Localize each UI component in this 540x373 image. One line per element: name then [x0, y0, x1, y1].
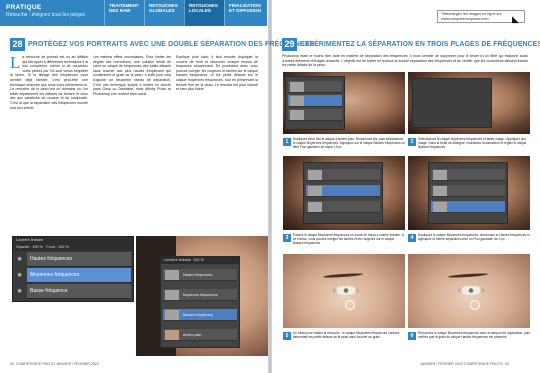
step-number-29: 29 [282, 38, 297, 51]
opacity-value[interactable]: Opacité : 100 % [16, 245, 43, 249]
left-footer: 92 COMPÉTENCE PHOTO JANVIER / FÉVRIER 20… [10, 362, 99, 366]
left-page-number: 92 [10, 362, 14, 366]
step-5-badge: 5 [283, 332, 291, 340]
left-column-3: Expliqué plus haut, il faut ensuite dupl… [176, 55, 258, 92]
eye-icon[interactable]: ◉ [15, 284, 24, 299]
nav-tab-raw[interactable]: TRAITEMENT DES RAW [104, 0, 144, 26]
blend-mode[interactable]: Lumière linéaire [16, 238, 43, 242]
step-3-caption: Passez le calque Moyennes fréquences en … [293, 233, 404, 246]
layer-moyennes[interactable]: Moyennes fréquences [27, 268, 131, 283]
left-column-1: La retouche de portrait est un art diffi… [10, 55, 88, 235]
step-2-caption: Sélectionnez le calque Moyennes fréquenc… [418, 137, 527, 150]
eye-icon[interactable]: ◉ [15, 252, 24, 267]
right-page-number: 93 [504, 362, 509, 366]
layers-panel: Lumière linéaire Opacité : 100 % Fond : … [12, 236, 134, 302]
mini-layer[interactable]: Hautes fréquences [163, 269, 237, 281]
panel-toolbar: Lumière linéaire [13, 237, 133, 244]
photoshop-layers-mini: Lumière linéaire 100 % Hautes fréquences… [160, 256, 240, 348]
left-footer-text: COMPÉTENCE PHOTO JANVIER / FÉVRIER 2023 [16, 362, 99, 366]
cursor-icon: ◣ [512, 14, 519, 24]
step5-closeup [283, 254, 405, 328]
right-footer-text: JANVIER / FÉVRIER 2023 COMPÉTENCE PHOTO [420, 362, 503, 366]
section-label: PRATIQUE [6, 4, 42, 11]
step-1-caption: Dupliquez deux fois le calque d'arrière-… [293, 137, 405, 150]
mini-opacity[interactable]: 100 % [193, 258, 204, 262]
step6-closeup [408, 254, 530, 328]
nav-tab-local[interactable]: RETOUCHES LOCALES [184, 0, 224, 26]
left-title: PROTÉGEZ VOS PORTRAITS AVEC UNE DOUBLE S… [28, 41, 315, 48]
step2-screenshot [408, 72, 530, 134]
mini-layer[interactable]: Moyennes fréquences [163, 289, 237, 301]
eye-icon[interactable]: ◉ [15, 268, 24, 283]
step3-screenshot [283, 156, 405, 230]
fill-value[interactable]: Fond : 100 % [46, 245, 69, 249]
step-3-badge: 3 [283, 234, 291, 242]
left-col1-text: a retouche de portrait est un art diffic… [10, 55, 88, 110]
right-intro: Photoshop étant le moins bien doté en ma… [282, 54, 528, 68]
mini-blend[interactable]: Lumière linéaire [164, 258, 191, 262]
step-2-badge: 2 [408, 138, 416, 146]
step-5-caption: Un essai pour valider la retouche : le c… [293, 331, 400, 340]
mini-layer[interactable]: Basses fréquences [163, 309, 237, 321]
step1-screenshot [283, 72, 405, 134]
dropcap: L [10, 55, 21, 72]
nav-tab-finalisation[interactable]: FINALISATION ET DIFFUSION [224, 0, 267, 26]
step4-screenshot [408, 156, 530, 230]
step-1-badge: 1 [283, 138, 291, 146]
step-6-badge: 6 [408, 332, 416, 340]
panel-options: Opacité : 100 % Fond : 100 % [13, 244, 133, 251]
section-subtitle: Retouche : éloignez tous les pièges [6, 12, 85, 18]
mini-layer[interactable]: Arrière-plan [163, 329, 237, 341]
right-title: EXPÉRIMENTEZ LA SÉPARATION EN TROIS PLAG… [300, 41, 540, 48]
left-page-header: PRATIQUE Retouche : éloignez tous les pi… [0, 0, 267, 26]
layer-hautes[interactable]: Hautes fréquences [27, 252, 131, 267]
step-4-caption: Dupliquez le calque Moyennes fréquences,… [418, 233, 530, 242]
right-footer: JANVIER / FÉVRIER 2023 COMPÉTENCE PHOTO … [420, 362, 509, 366]
step-number-28: 28 [10, 38, 25, 51]
step-4-badge: 4 [408, 234, 416, 242]
nav-tab-global[interactable]: RETOUCHES GLOBALES [144, 0, 184, 26]
step-6-caption: Retouchez le calque Moyennes fréquences … [418, 331, 530, 340]
layer-basses[interactable]: Basse fréquence [27, 284, 131, 299]
page-fold [268, 0, 272, 373]
magazine-spread: PRATIQUE Retouche : éloignez tous les pi… [0, 0, 540, 373]
left-column-2: Les mêmes effets secondaires. Pour limit… [93, 55, 171, 96]
